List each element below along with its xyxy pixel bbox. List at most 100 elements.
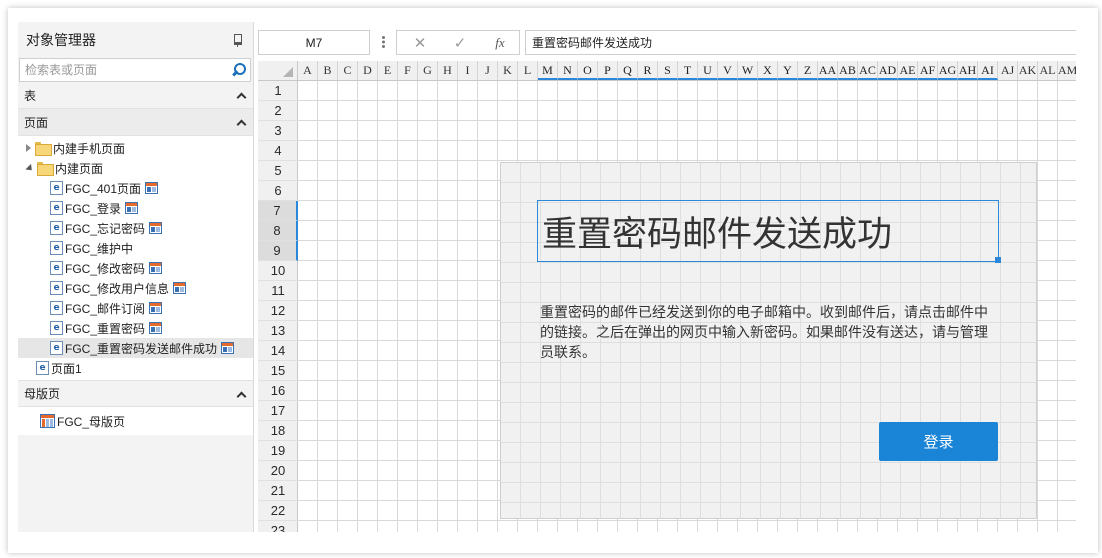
search-input[interactable]	[20, 59, 250, 81]
column-header[interactable]: G	[418, 61, 438, 80]
row-header[interactable]: 12	[258, 301, 298, 321]
confirm-icon[interactable]: ✓	[451, 35, 469, 51]
tree-item-page[interactable]: FGC_邮件订阅	[18, 298, 253, 318]
column-header[interactable]: Q	[618, 61, 638, 80]
column-header[interactable]: AE	[898, 61, 918, 80]
column-header[interactable]: K	[498, 61, 518, 80]
row-header[interactable]: 20	[258, 461, 298, 481]
column-header[interactable]: T	[678, 61, 698, 80]
column-header[interactable]: AK	[1018, 61, 1038, 80]
pin-icon[interactable]	[231, 33, 243, 47]
tree-item-label: FGC_修改密码	[65, 261, 146, 276]
column-header[interactable]: AM	[1058, 61, 1076, 80]
column-header[interactable]: AA	[818, 61, 838, 80]
row-header[interactable]: 16	[258, 381, 298, 401]
column-header[interactable]: AI	[978, 61, 998, 80]
column-header[interactable]: E	[378, 61, 398, 80]
column-header[interactable]: AD	[878, 61, 898, 80]
row-header[interactable]: 10	[258, 261, 298, 281]
login-button[interactable]: 登录	[879, 422, 998, 461]
caret-down-icon[interactable]	[25, 163, 35, 173]
row-header[interactable]: 23	[258, 521, 298, 532]
row-header[interactable]: 4	[258, 141, 298, 161]
column-header[interactable]: AG	[938, 61, 958, 80]
tree-item-page[interactable]: FGC_修改密码	[18, 258, 253, 278]
tree-item-page[interactable]: FGC_登录	[18, 198, 253, 218]
row-header[interactable]: 15	[258, 361, 298, 381]
tree-item-page[interactable]: FGC_修改用户信息	[18, 278, 253, 298]
chevron-up-icon[interactable]	[237, 91, 245, 99]
search-icon[interactable]	[232, 63, 246, 77]
column-header[interactable]: O	[578, 61, 598, 80]
column-header[interactable]: AJ	[998, 61, 1018, 80]
row-header[interactable]: 14	[258, 341, 298, 361]
folder-icon	[35, 142, 52, 156]
row-header[interactable]: 21	[258, 481, 298, 501]
column-header[interactable]: W	[738, 61, 758, 80]
tree-item-page[interactable]: FGC_维护中	[18, 238, 253, 258]
tree-item-page-selected[interactable]: FGC_重置密码发送邮件成功	[18, 338, 253, 358]
column-header[interactable]: Z	[798, 61, 818, 80]
column-header[interactable]: AC	[858, 61, 878, 80]
column-header[interactable]: I	[458, 61, 478, 80]
row-header[interactable]: 19	[258, 441, 298, 461]
row-header[interactable]: 22	[258, 501, 298, 521]
column-header[interactable]: P	[598, 61, 618, 80]
row-header[interactable]: 13	[258, 321, 298, 341]
tree-item-page1[interactable]: 页面1	[18, 358, 253, 378]
column-header[interactable]: B	[318, 61, 338, 80]
column-header[interactable]: AL	[1038, 61, 1058, 80]
tree-folder-mobile[interactable]: 内建手机页面	[18, 138, 253, 158]
column-header[interactable]: F	[398, 61, 418, 80]
column-header[interactable]: J	[478, 61, 498, 80]
tree-item-label: FGC_重置密码发送邮件成功	[65, 341, 218, 356]
caret-right-icon[interactable]	[26, 144, 31, 152]
row-header[interactable]: 6	[258, 181, 298, 201]
column-header[interactable]: U	[698, 61, 718, 80]
row-header[interactable]: 1	[258, 81, 298, 101]
function-icon[interactable]: fx	[491, 35, 509, 51]
row-header[interactable]: 17	[258, 401, 298, 421]
more-options-icon[interactable]	[382, 36, 385, 48]
page-icon	[50, 241, 63, 255]
row-header[interactable]: 5	[258, 161, 298, 181]
column-header[interactable]: H	[438, 61, 458, 80]
column-header[interactable]: R	[638, 61, 658, 80]
section-tables[interactable]: 表	[18, 82, 253, 109]
column-header[interactable]: V	[718, 61, 738, 80]
formula-input[interactable]: 重置密码邮件发送成功	[525, 30, 1076, 55]
tree-folder-builtin[interactable]: 内建页面	[18, 158, 253, 178]
column-header[interactable]: D	[358, 61, 378, 80]
row-header[interactable]: 9	[258, 241, 298, 261]
tree-item-page[interactable]: FGC_忘记密码	[18, 218, 253, 238]
column-header[interactable]: AH	[958, 61, 978, 80]
column-header[interactable]: AB	[838, 61, 858, 80]
row-header[interactable]: 8	[258, 221, 298, 241]
section-pages[interactable]: 页面	[18, 109, 253, 136]
tree-item-page[interactable]: FGC_401页面	[18, 178, 253, 198]
chevron-up-icon[interactable]	[237, 118, 245, 126]
column-header[interactable]: X	[758, 61, 778, 80]
resize-handle[interactable]	[995, 257, 1001, 263]
section-masters[interactable]: 母版页	[18, 380, 253, 407]
column-header[interactable]: Y	[778, 61, 798, 80]
column-header[interactable]: A	[298, 61, 318, 80]
column-header[interactable]: AF	[918, 61, 938, 80]
tree-item-master[interactable]: FGC_母版页	[18, 411, 253, 431]
column-header[interactable]: L	[518, 61, 538, 80]
tree-item-page[interactable]: FGC_重置密码	[18, 318, 253, 338]
column-header[interactable]: S	[658, 61, 678, 80]
row-header[interactable]: 11	[258, 281, 298, 301]
column-header[interactable]: C	[338, 61, 358, 80]
column-header[interactable]: N	[558, 61, 578, 80]
cell-name-box[interactable]: M7	[258, 30, 370, 55]
row-header[interactable]: 3	[258, 121, 298, 141]
cancel-icon[interactable]: ✕	[411, 35, 429, 51]
page-title-cell[interactable]: 重置密码邮件发送成功	[537, 200, 999, 262]
row-header[interactable]: 7	[258, 201, 298, 221]
chevron-up-icon[interactable]	[237, 390, 245, 398]
row-header[interactable]: 2	[258, 101, 298, 121]
row-header[interactable]: 18	[258, 421, 298, 441]
column-header[interactable]: M	[538, 61, 558, 80]
select-all-corner[interactable]	[258, 61, 298, 81]
